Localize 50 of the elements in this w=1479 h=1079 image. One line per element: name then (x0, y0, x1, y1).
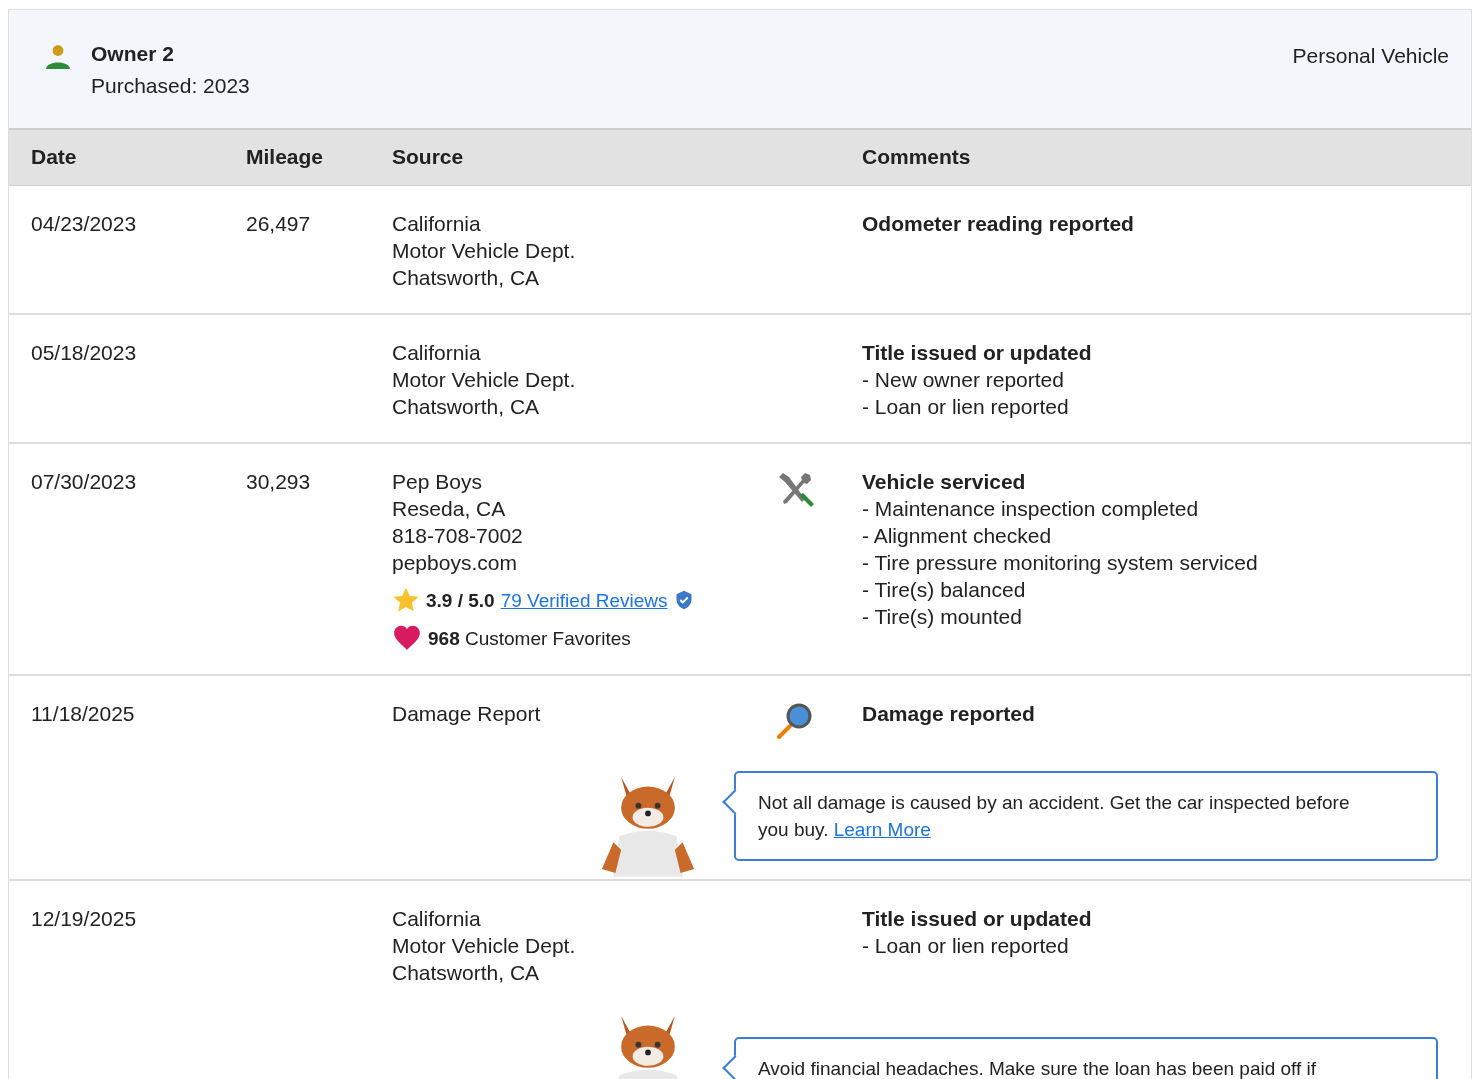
source-line: Motor Vehicle Dept. (392, 238, 577, 264)
source-line: Chatsworth, CA (392, 394, 541, 420)
date-cell-text: 04/23/2023 (31, 211, 138, 237)
purchase-date: Purchased: 2023 (91, 74, 251, 98)
date-cell-text: 07/30/2023 (31, 469, 138, 495)
comment-item: - Alignment checked (862, 523, 1053, 549)
comment-title: Odometer reading reported (862, 211, 1135, 237)
source-line: Reseda, CA (392, 496, 507, 522)
source-line: California (392, 340, 482, 366)
source-line: Chatsworth, CA (392, 265, 541, 291)
source-line: Motor Vehicle Dept. (392, 933, 577, 959)
comment-item: - Loan or lien reported (862, 394, 1070, 420)
source-line: pepboys.com (392, 550, 518, 576)
date-cell-text: 05/18/2023 (31, 340, 138, 366)
reviews-link[interactable]: 79 Verified Reviews (500, 586, 668, 614)
comment-item: - Tire(s) mounted (862, 604, 1023, 630)
star-icon (392, 586, 420, 614)
column-header: Mileage (246, 145, 325, 169)
source-line: California (392, 906, 482, 932)
owner-title: Owner 2 (91, 42, 175, 66)
comment-title: Title issued or updated (862, 340, 1093, 366)
tip-text: Avoid financial headaches. Make sure the loan has been paid off if (758, 1058, 1317, 1079)
source-line: Chatsworth, CA (392, 960, 541, 986)
comment-item: - New owner reported (862, 367, 1065, 393)
source-line: California (392, 211, 482, 237)
mileage-cell-text: 26,497 (246, 211, 312, 237)
rating-score: 3.9 / 5.0 (426, 588, 495, 613)
comment-title: Damage reported (862, 701, 1036, 727)
comment-item: - Tire pressure monitoring system serviced (862, 550, 1259, 576)
learn-more-link[interactable]: Learn More (833, 819, 931, 840)
source-line: Pep Boys (392, 469, 483, 495)
comment-item: - Maintenance inspection completed (862, 496, 1200, 522)
date-cell-text: 12/19/2025 (31, 906, 138, 932)
vehicle-type: Personal Vehicle (1292, 44, 1449, 68)
date-cell-text: 11/18/2025 (31, 701, 136, 727)
tip-text: Not all damage is caused by an accident. Get the car inspected before you buy. Learn More (758, 792, 1350, 840)
source-line: Damage Report (392, 701, 542, 727)
source-line: 818-708-7002 (392, 523, 524, 549)
mileage-cell-text: 30,293 (246, 469, 312, 495)
comment-item: - Loan or lien reported (862, 933, 1070, 959)
column-header: Date (31, 145, 78, 169)
heart-icon (392, 624, 422, 652)
comment-title: Vehicle serviced (862, 469, 1027, 495)
column-header: Comments (862, 145, 972, 169)
comment-item: - Tire(s) balanced (862, 577, 1027, 603)
favorites-count: 968 Customer Favorites (428, 626, 631, 651)
source-line: Motor Vehicle Dept. (392, 367, 577, 393)
column-header: Source (392, 145, 465, 169)
comment-title: Title issued or updated (862, 906, 1093, 932)
person-icon (45, 44, 71, 70)
